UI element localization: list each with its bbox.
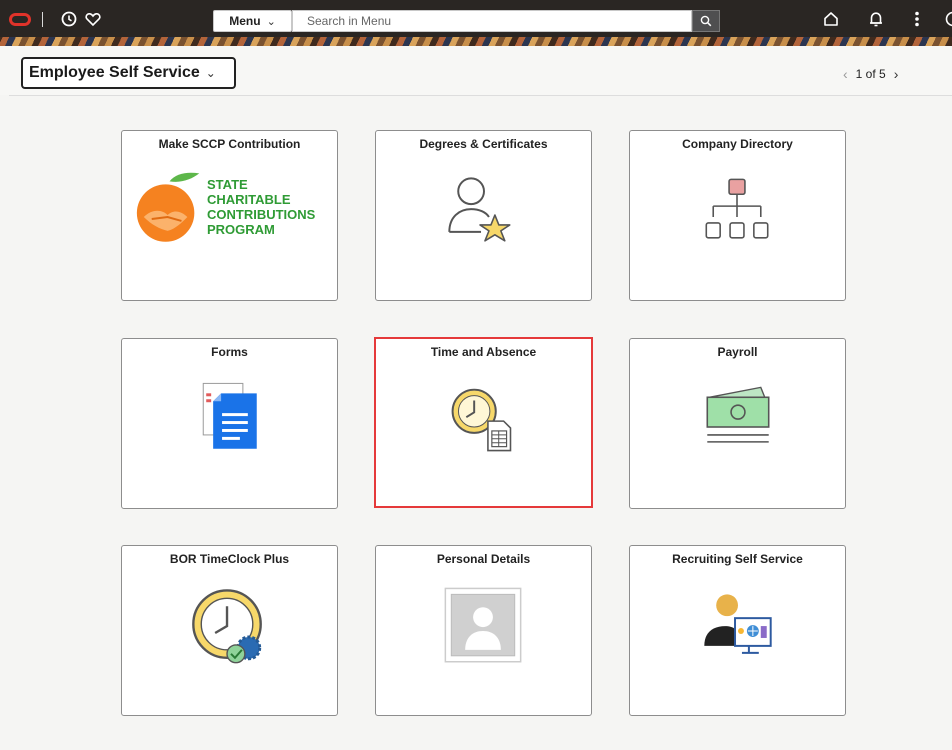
tile-title: Recruiting Self Service: [672, 552, 803, 566]
search-button[interactable]: [692, 10, 720, 32]
tile-recruiting-self-service[interactable]: Recruiting Self Service: [629, 545, 846, 716]
document-icon: [202, 382, 257, 449]
search-input[interactable]: Search in Menu: [292, 10, 692, 32]
org-chart-icon: [705, 178, 769, 239]
sccp-logo-line: CHARITABLE: [207, 192, 291, 207]
oracle-logo[interactable]: [9, 13, 31, 26]
tile-company-directory[interactable]: Company Directory: [629, 130, 846, 301]
sccp-logo-line: CONTRIBUTIONS: [207, 207, 316, 222]
search-placeholder: Search in Menu: [307, 14, 392, 28]
previous-page-icon[interactable]: ‹: [843, 66, 848, 82]
person-photo-icon: [444, 587, 522, 663]
person-star-icon: [448, 177, 511, 242]
sccp-logo-line: STATE: [207, 177, 248, 192]
divider: [9, 95, 952, 96]
money-icon: [706, 386, 770, 443]
chevron-down-icon: ⌄: [205, 66, 216, 80]
tile-degrees-certificates[interactable]: Degrees & Certificates: [375, 130, 592, 301]
pager: ‹ 1 of 5 ›: [843, 65, 898, 83]
tile-forms[interactable]: Forms: [121, 338, 338, 509]
tile-title: Payroll: [717, 345, 758, 359]
favorites-icon[interactable]: [84, 10, 102, 28]
tile-personal-details[interactable]: Personal Details: [375, 545, 592, 716]
tile-title: Time and Absence: [430, 345, 537, 359]
tile-bor-timeclock-plus[interactable]: BOR TimeClock Plus: [121, 545, 338, 716]
tile-title: Personal Details: [436, 552, 531, 566]
next-page-icon[interactable]: ›: [894, 66, 899, 82]
sccp-logo-text: STATE CHARITABLE CONTRIBUTIONS PROGRAM: [207, 177, 315, 237]
page-title: Employee Self Service: [29, 64, 200, 81]
menu-button[interactable]: Menu ⌄: [213, 10, 292, 32]
tile-title: Make SCCP Contribution: [158, 137, 301, 151]
top-navigation-bar: Menu ⌄ Search in Menu: [0, 0, 952, 37]
sccp-logo-line: PROGRAM: [207, 222, 275, 237]
profile-icon[interactable]: [944, 10, 952, 28]
clock-gear-icon: [192, 589, 262, 664]
actions-icon[interactable]: [908, 10, 926, 28]
tile-time-and-absence[interactable]: Time and Absence: [374, 337, 593, 508]
homepage-selector[interactable]: Employee Self Service ⌄: [21, 57, 236, 89]
search-icon: [700, 15, 712, 27]
tile-payroll[interactable]: Payroll: [629, 338, 846, 509]
header-separator: [42, 12, 43, 27]
notifications-icon[interactable]: [867, 10, 885, 28]
history-icon[interactable]: [60, 10, 78, 28]
home-icon[interactable]: [822, 10, 840, 28]
recruiting-icon: [704, 594, 772, 654]
tile-title: BOR TimeClock Plus: [169, 552, 290, 566]
tile-make-sccp-contribution[interactable]: Make SCCP Contribution STATE CHARITABLE …: [121, 130, 338, 301]
tile-title: Company Directory: [682, 137, 793, 151]
chevron-down-icon: ⌄: [266, 15, 276, 28]
menu-button-label: Menu: [229, 14, 261, 28]
clock-timesheet-icon: [451, 388, 512, 452]
tile-title: Forms: [211, 345, 248, 359]
tile-title: Degrees & Certificates: [419, 137, 548, 151]
pager-text: 1 of 5: [855, 67, 886, 81]
